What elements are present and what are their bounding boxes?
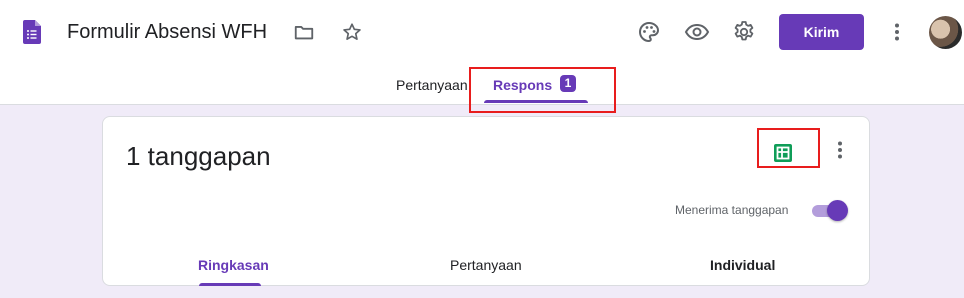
tab-responses[interactable]: Respons 1 [482, 66, 588, 104]
form-tabs: Pertanyaan Respons 1 [0, 66, 964, 104]
folder-icon[interactable] [290, 18, 318, 46]
form-title[interactable]: Formulir Absensi WFH [67, 19, 267, 45]
subtab-individual[interactable]: Individual [710, 257, 775, 273]
subtab-questions[interactable]: Pertanyaan [450, 257, 522, 273]
eye-icon[interactable] [683, 18, 711, 46]
accepting-responses-toggle[interactable] [809, 200, 848, 221]
palette-icon[interactable] [635, 18, 663, 46]
active-subtab-indicator [199, 283, 261, 286]
active-tab-indicator [484, 100, 588, 103]
sheets-icon[interactable] [771, 141, 795, 165]
response-count-badge: 1 [560, 75, 576, 92]
more-vert-icon[interactable] [883, 18, 911, 46]
top-app-bar: Formulir Absensi WFH Kirim Pertanyaan Re… [0, 0, 964, 104]
gear-icon[interactable] [730, 18, 758, 46]
tab-responses-label: Respons [493, 77, 553, 93]
responses-card: 1 tanggapan Menerima tanggapan Ringkasan… [102, 116, 870, 286]
accepting-responses-label: Menerima tanggapan [675, 203, 789, 217]
star-icon[interactable] [338, 18, 366, 46]
card-more-vert-icon[interactable] [826, 136, 854, 164]
send-button[interactable]: Kirim [779, 14, 864, 50]
forms-logo-icon[interactable] [23, 20, 41, 44]
avatar[interactable] [929, 16, 962, 49]
response-count-heading: 1 tanggapan [126, 141, 271, 171]
subtab-summary[interactable]: Ringkasan [198, 257, 269, 273]
toggle-knob [827, 200, 848, 221]
